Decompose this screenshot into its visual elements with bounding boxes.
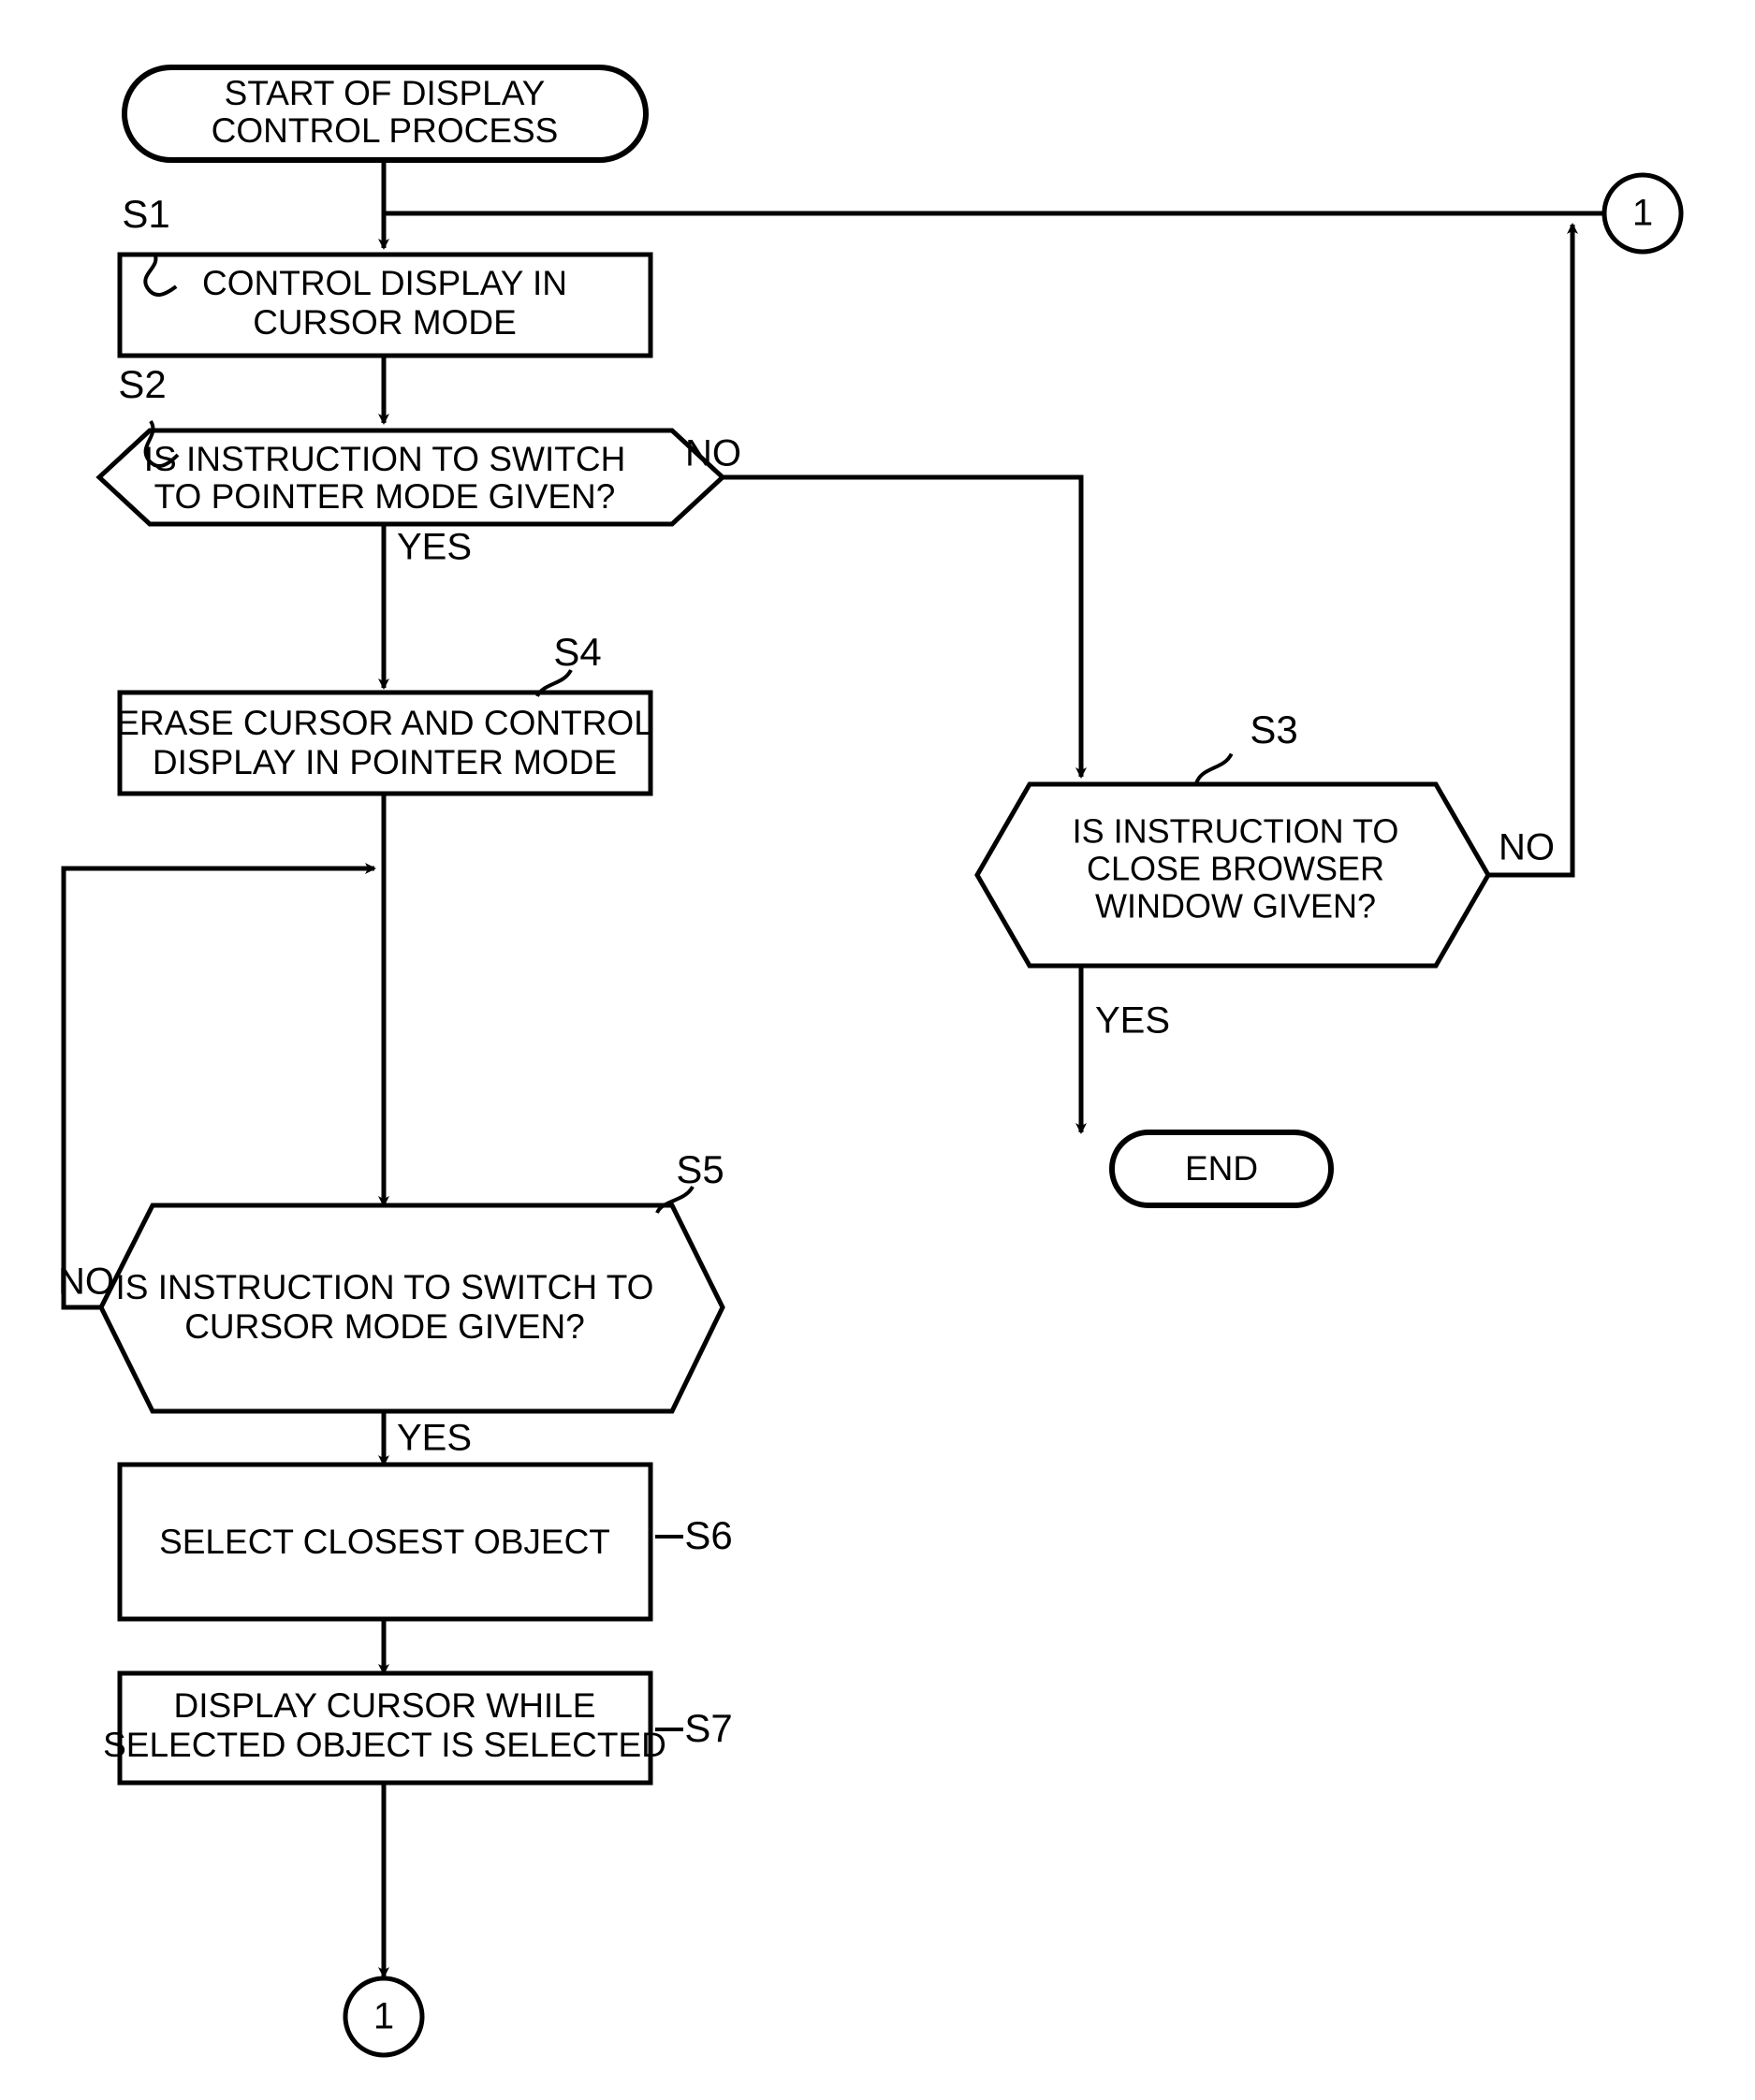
s2-text-line1: IS INSTRUCTION TO SWITCH	[144, 440, 626, 478]
edge-s2-no-to-s3	[672, 474, 1087, 779]
edge-s3-no-to-rail	[1488, 223, 1578, 878]
connector-bottom-label: 1	[373, 1996, 394, 2037]
s1-text-line1: CONTROL DISPLAY IN	[202, 264, 567, 302]
s4-step-label: S4	[553, 630, 601, 674]
s3-text-line2: CLOSE BROWSER	[1087, 850, 1384, 888]
connector-top-label: 1	[1632, 193, 1653, 234]
s2-no-label: NO	[685, 433, 741, 474]
end-text: END	[1185, 1149, 1258, 1188]
s2-step-label: S2	[118, 362, 166, 406]
s7-text-line2: SELECTED OBJECT IS SELECTED	[103, 1726, 666, 1764]
s4-text-line2: DISPLAY IN POINTER MODE	[153, 743, 617, 781]
s5-no-label: NO	[58, 1261, 114, 1303]
s3-step-label: S3	[1250, 707, 1297, 751]
s2-yes-label: YES	[397, 527, 472, 568]
s6-step-label: S6	[684, 1513, 732, 1557]
s3-yes-label: YES	[1095, 1000, 1170, 1042]
s5-step-label: S5	[676, 1147, 724, 1191]
s2-text-line2: TO POINTER MODE GIVEN?	[154, 477, 616, 516]
s3-text-line3: WINDOW GIVEN?	[1095, 887, 1376, 926]
s1-text-line2: CURSOR MODE	[253, 303, 517, 342]
s5-text-line2: CURSOR MODE GIVEN?	[184, 1307, 585, 1346]
s3-text-line1: IS INSTRUCTION TO	[1073, 812, 1399, 851]
start-text-line1: START OF DISPLAY	[225, 74, 546, 112]
s6-text-line1: SELECT CLOSEST OBJECT	[159, 1523, 610, 1561]
s1-step-label: S1	[122, 192, 169, 236]
flowchart-svg: START OF DISPLAY CONTROL PROCESS S1 CONT…	[58, 65, 1684, 2058]
s3-no-label: NO	[1499, 827, 1555, 868]
start-text-line2: CONTROL PROCESS	[212, 111, 559, 150]
s7-text-line1: DISPLAY CURSOR WHILE	[174, 1686, 596, 1725]
s4-text-line1: ERASE CURSOR AND CONTROL	[116, 704, 653, 742]
s5-text-line1: IS INSTRUCTION TO SWITCH TO	[116, 1268, 654, 1306]
s7-step-label: S7	[684, 1706, 732, 1750]
flowchart-canvas: START OF DISPLAY CONTROL PROCESS S1 CONT…	[0, 0, 1755, 2100]
s5-yes-label: YES	[397, 1418, 472, 1459]
